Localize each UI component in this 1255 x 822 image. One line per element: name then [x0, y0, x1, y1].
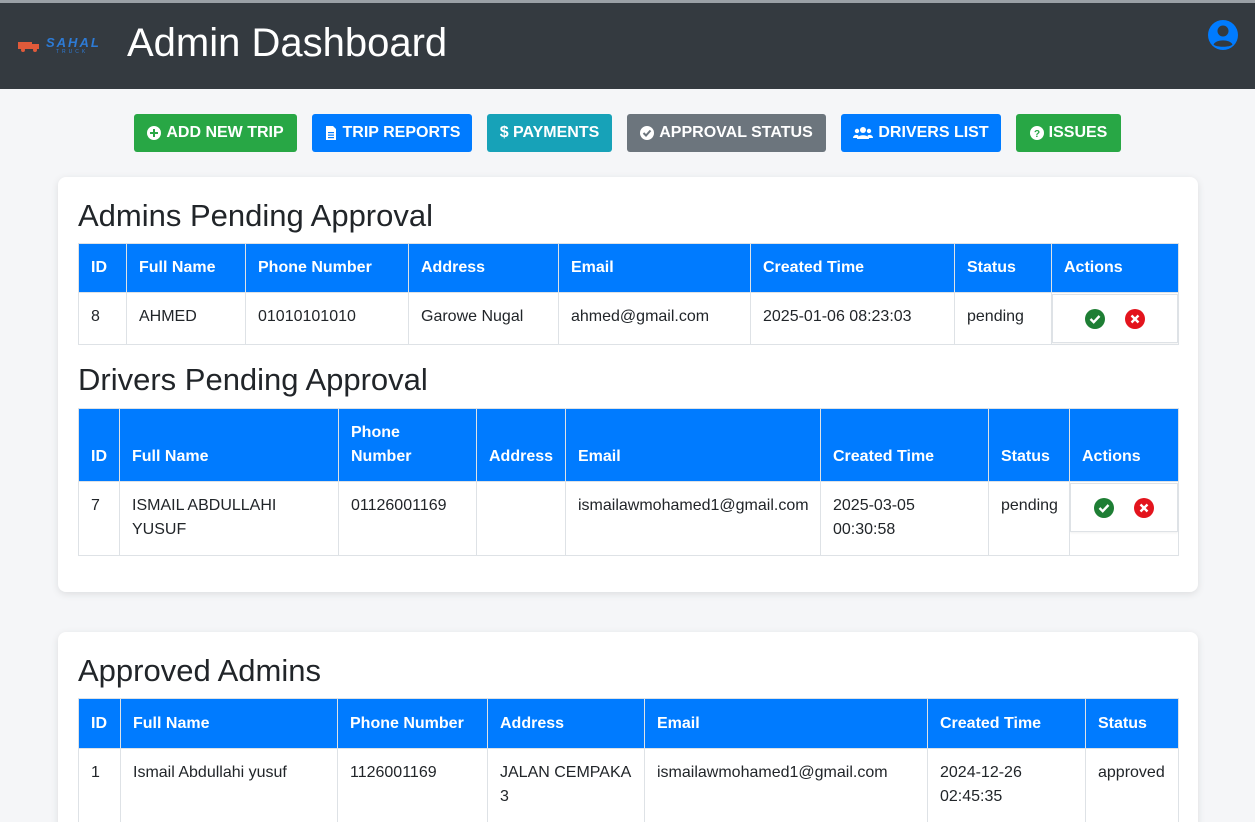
cell-full-name: AHMED: [126, 292, 246, 345]
check-circle-icon: [640, 126, 655, 140]
table-header-row: ID Full Name Phone Number Address Email …: [78, 243, 1179, 293]
cell-id: 1: [78, 748, 121, 822]
column-header: Email: [565, 408, 821, 482]
cell-phone: 01010101010: [245, 292, 409, 345]
table-row: 8 AHMED 01010101010 Garowe Nugal ahmed@g…: [78, 292, 1179, 345]
approval-status-button[interactable]: APPROVAL STATUS: [627, 114, 826, 152]
cell-address: [476, 481, 566, 556]
reject-x-icon[interactable]: [1125, 308, 1145, 329]
cell-id: 7: [78, 481, 120, 556]
column-header: Actions: [1051, 243, 1179, 293]
truck-icon: [18, 42, 39, 52]
file-icon: [325, 126, 336, 140]
column-header: Full Name: [119, 408, 339, 482]
approval-status-label: APPROVAL STATUS: [659, 124, 813, 141]
column-header: Status: [954, 243, 1052, 293]
top-navbar: SAHAL TRUCK Admin Dashboard: [0, 0, 1255, 89]
admins-pending-title: Admins Pending Approval: [78, 198, 434, 233]
action-buttons-bar: ADD NEW TRIP TRIP REPORTS $ PAYMENTS APP…: [0, 114, 1255, 152]
cell-status: pending: [954, 292, 1052, 345]
column-header: Address: [487, 698, 645, 749]
column-header: Full Name: [126, 243, 246, 293]
table-row: 1 Ismail Abdullahi yusuf 1126001169 JALA…: [78, 748, 1179, 822]
column-header: Email: [644, 698, 928, 749]
drivers-pending-title: Drivers Pending Approval: [78, 362, 428, 397]
cell-full-name: ISMAIL ABDULLAHI YUSUF: [119, 481, 339, 556]
table-header-row: ID Full Name Phone Number Address Email …: [78, 698, 1179, 749]
users-icon: [853, 127, 874, 139]
column-header: Address: [476, 408, 566, 482]
column-header: Phone Number: [337, 698, 488, 749]
column-header: Address: [408, 243, 559, 293]
approved-admins-table: ID Full Name Phone Number Address Email …: [78, 698, 1179, 822]
drivers-pending-table: ID Full Name Phone Number Address Email …: [78, 408, 1179, 556]
table-header-row: ID Full Name Phone Number Address Email …: [78, 408, 1179, 482]
brand-name: SAHAL: [46, 35, 101, 50]
issues-button[interactable]: ? ISSUES: [1016, 114, 1121, 152]
cell-status: approved: [1085, 748, 1179, 822]
column-header: Created Time: [750, 243, 955, 293]
cell-actions: [1069, 481, 1179, 556]
user-account-icon[interactable]: [1208, 20, 1238, 50]
column-header: Full Name: [120, 698, 338, 749]
cell-actions: [1051, 292, 1179, 345]
approved-admins-title: Approved Admins: [78, 653, 321, 688]
admins-pending-table: ID Full Name Phone Number Address Email …: [78, 243, 1179, 345]
add-new-trip-button[interactable]: ADD NEW TRIP: [134, 114, 297, 152]
column-header: ID: [78, 698, 121, 749]
cell-status: pending: [988, 481, 1070, 556]
trip-reports-label: TRIP REPORTS: [342, 124, 461, 141]
cell-email: ismailawmohamed1@gmail.com: [644, 748, 928, 822]
column-header: Created Time: [820, 408, 989, 482]
reject-x-icon[interactable]: [1134, 497, 1154, 518]
cell-id: 8: [78, 292, 127, 345]
page-title: Admin Dashboard: [127, 21, 448, 65]
brand-subtitle: TRUCK: [56, 49, 89, 55]
cell-address: Garowe Nugal: [408, 292, 559, 345]
cell-phone: 01126001169: [338, 481, 477, 556]
drivers-list-button[interactable]: DRIVERS LIST: [841, 114, 1001, 152]
actions-group: [1070, 483, 1178, 532]
column-header: Email: [558, 243, 751, 293]
cell-created-time: 2024-12-26 02:45:35: [927, 748, 1086, 822]
cell-phone: 1126001169: [337, 748, 488, 822]
drivers-list-label: DRIVERS LIST: [878, 124, 989, 141]
plus-circle-icon: [147, 126, 162, 140]
payments-label: $ PAYMENTS: [499, 124, 600, 141]
cell-created-time: 2025-03-05 00:30:58: [820, 481, 989, 556]
cell-email: ismailawmohamed1@gmail.com: [565, 481, 821, 556]
column-header: Phone Number: [338, 408, 477, 482]
column-header: ID: [78, 408, 120, 482]
svg-text:?: ?: [1034, 129, 1040, 140]
cell-full-name: Ismail Abdullahi yusuf: [120, 748, 338, 822]
issues-label: ISSUES: [1048, 124, 1108, 141]
column-header: Created Time: [927, 698, 1086, 749]
add-new-trip-label: ADD NEW TRIP: [166, 124, 284, 141]
cell-address: JALAN CEMPAKA 3: [487, 748, 645, 822]
column-header: Phone Number: [245, 243, 409, 293]
approve-check-icon[interactable]: [1085, 308, 1105, 329]
column-header: Actions: [1069, 408, 1179, 482]
question-circle-icon: ?: [1029, 126, 1044, 140]
payments-button[interactable]: $ PAYMENTS: [487, 114, 612, 152]
approve-check-icon[interactable]: [1094, 497, 1114, 518]
column-header: Status: [1085, 698, 1179, 749]
cell-email: ahmed@gmail.com: [558, 292, 751, 345]
column-header: Status: [988, 408, 1070, 482]
table-row: 7 ISMAIL ABDULLAHI YUSUF 01126001169 ism…: [78, 481, 1179, 556]
actions-group: [1052, 294, 1178, 343]
column-header: ID: [78, 243, 127, 293]
cell-created-time: 2025-01-06 08:23:03: [750, 292, 955, 345]
brand-logo[interactable]: SAHAL TRUCK: [18, 35, 106, 56]
trip-reports-button[interactable]: TRIP REPORTS: [312, 114, 472, 152]
